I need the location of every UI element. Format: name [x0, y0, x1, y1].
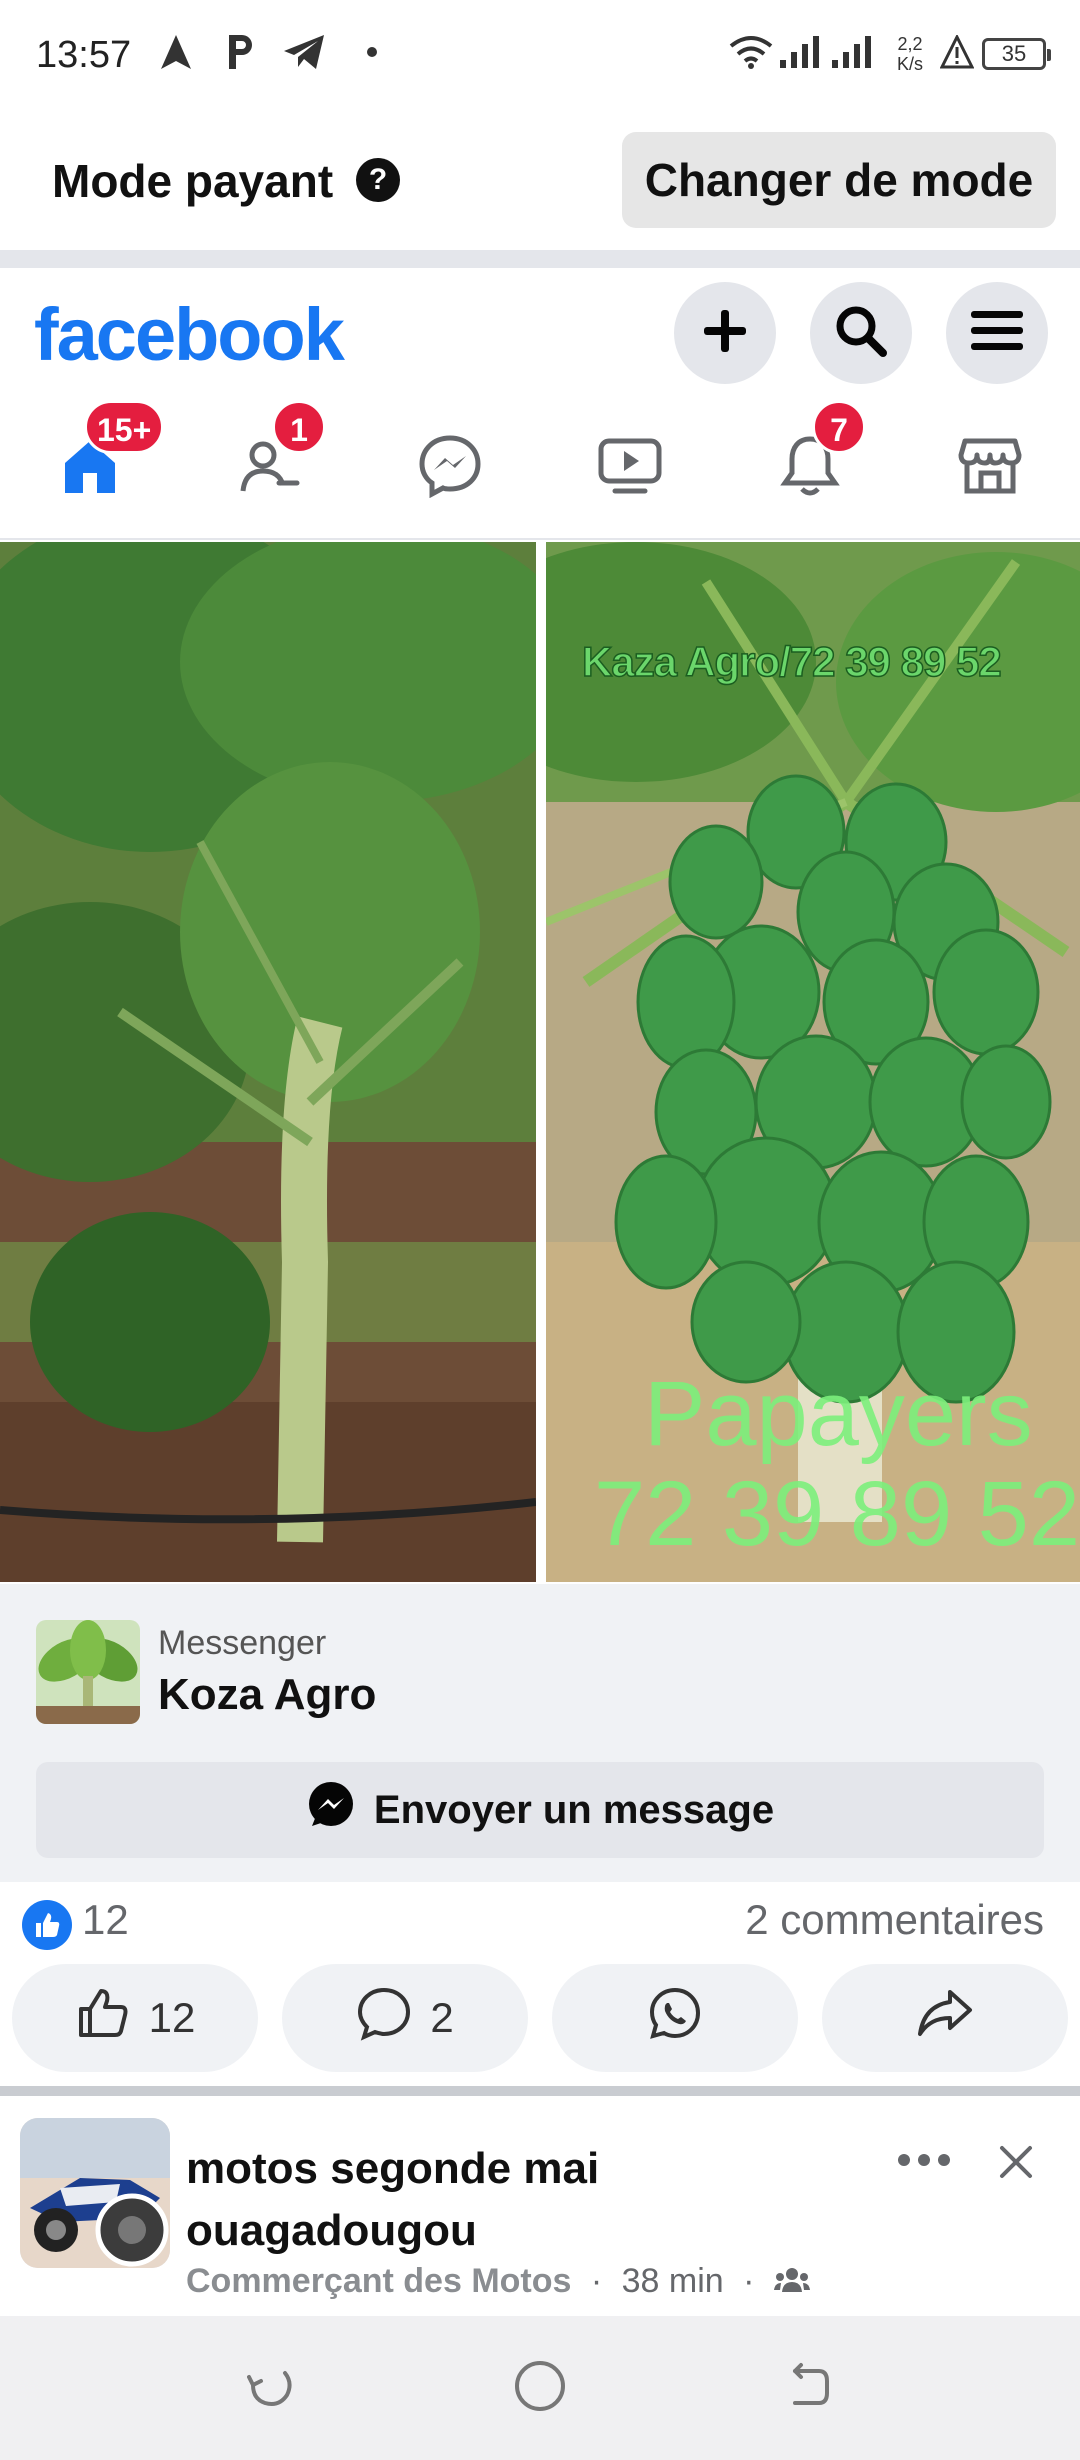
create-button[interactable]	[674, 282, 776, 384]
post-time[interactable]: 38 min	[622, 2262, 724, 2300]
search-icon	[834, 304, 888, 363]
meta-separator: ·	[743, 2262, 755, 2300]
wifi-icon	[728, 30, 774, 74]
recent-apps-button[interactable]	[236, 2352, 308, 2424]
send-message-button[interactable]: Envoyer un message	[36, 1762, 1044, 1858]
menu-icon	[969, 307, 1025, 360]
post-author-title[interactable]: motos segonde mai ouagadougou	[186, 2138, 746, 2262]
comment-button[interactable]: 2	[282, 1964, 528, 2072]
tab-messenger[interactable]	[400, 418, 500, 518]
plus-icon	[700, 306, 750, 361]
help-icon[interactable]: ?	[354, 156, 402, 209]
share-button[interactable]	[822, 1964, 1068, 2072]
battery-icon: 35	[982, 38, 1051, 70]
divider	[0, 250, 1080, 268]
like-button[interactable]: 12	[12, 1964, 258, 2072]
cta-subtitle: Messenger	[158, 1624, 327, 1662]
meta-separator: ·	[590, 2262, 603, 2300]
like-button-count: 12	[148, 1994, 196, 2041]
marketplace-icon	[957, 435, 1023, 502]
author-avatar[interactable]	[20, 2118, 170, 2268]
tab-marketplace[interactable]	[940, 418, 1040, 518]
image-overlay-phone: 72 39 89 52	[594, 1463, 1080, 1565]
dot-icon	[362, 30, 382, 74]
back-icon	[783, 2361, 833, 2416]
papaya-fruit-photo[interactable]: Kaza Agro/72 39 89 52 Papayers 72 39 89 …	[546, 542, 1080, 1582]
alert-icon	[938, 30, 976, 74]
status-bar: 13:57 2,2 K/s 35	[0, 0, 1080, 110]
like-count[interactable]: 12	[82, 1896, 129, 1944]
next-post-header: motos segonde mai ouagadougou Commerçant…	[0, 2096, 1080, 2316]
data-mode-bar: Mode payant ? Changer de mode	[0, 110, 1080, 250]
group-audience-icon	[773, 2264, 810, 2303]
parking-icon	[220, 30, 260, 74]
comment-icon	[356, 1985, 412, 2051]
image-overlay-title: Papayers	[644, 1363, 1033, 1465]
post-reactions: 12 2 commentaires 12 2	[0, 1882, 1080, 2092]
page-name[interactable]: Koza Agro	[158, 1670, 376, 1720]
back-button[interactable]	[772, 2352, 844, 2424]
comment-count[interactable]: 2 commentaires	[745, 1896, 1044, 1944]
tab-notifications[interactable]: 7	[760, 400, 866, 518]
page-avatar[interactable]	[36, 1620, 140, 1724]
facebook-logo[interactable]: facebook	[34, 292, 345, 377]
facebook-header: facebook 15+ 1 7	[0, 268, 1080, 540]
close-icon[interactable]	[996, 2142, 1036, 2187]
whatsapp-share-button[interactable]	[552, 1964, 798, 2072]
more-options-icon[interactable]	[896, 2150, 952, 2175]
telegram-icon	[280, 30, 328, 74]
friends-badge: 1	[272, 400, 326, 454]
post-images[interactable]: Kaza Agro/72 39 89 52 Papayers 72 39 89 …	[0, 540, 1080, 1584]
signal-icon	[828, 30, 878, 74]
image-overlay-contact: Kaza Agro/72 39 89 52	[581, 637, 1002, 686]
thumbs-up-icon	[75, 1985, 131, 2051]
messenger-icon	[418, 434, 482, 503]
messenger-cta: Messenger Koza Agro Envoyer un message	[0, 1584, 1080, 1882]
papaya-tree-photo[interactable]	[0, 542, 536, 1582]
like-reaction-icon[interactable]	[22, 1900, 72, 1950]
post-meta: Commerçant des Motos · 38 min ·	[186, 2262, 810, 2303]
notifications-badge: 7	[812, 400, 866, 454]
recent-apps-icon	[247, 2361, 297, 2416]
svg-text:?: ?	[369, 163, 387, 196]
post-separator	[0, 2086, 1080, 2096]
home-circle-icon	[513, 2359, 567, 2418]
tab-video[interactable]	[580, 418, 680, 518]
home-button[interactable]	[504, 2352, 576, 2424]
whatsapp-icon	[647, 1985, 703, 2051]
system-navigation-bar	[0, 2316, 1080, 2460]
video-icon	[597, 435, 663, 502]
home-badge: 15+	[84, 400, 165, 454]
signal-icon	[776, 30, 826, 74]
network-speed-unit: K/s	[896, 54, 923, 74]
search-button[interactable]	[810, 282, 912, 384]
tab-friends[interactable]: 1	[220, 400, 326, 518]
navigation-icon	[156, 30, 196, 74]
send-message-label: Envoyer un message	[373, 1787, 775, 1832]
network-speed-value: 2,2	[897, 34, 923, 54]
change-mode-button[interactable]: Changer de mode	[622, 132, 1056, 228]
network-speed: 2,2 K/s	[892, 34, 928, 74]
tab-home[interactable]: 15+	[40, 400, 165, 518]
messenger-icon	[306, 1780, 356, 1840]
share-icon	[916, 1988, 974, 2048]
post-group-name[interactable]: Commerçant des Motos	[186, 2262, 571, 2300]
mode-label: Mode payant	[52, 155, 334, 207]
battery-level: 35	[1001, 41, 1027, 66]
menu-button[interactable]	[946, 282, 1048, 384]
comment-button-count: 2	[430, 1994, 454, 2041]
status-time: 13:57	[36, 34, 132, 76]
